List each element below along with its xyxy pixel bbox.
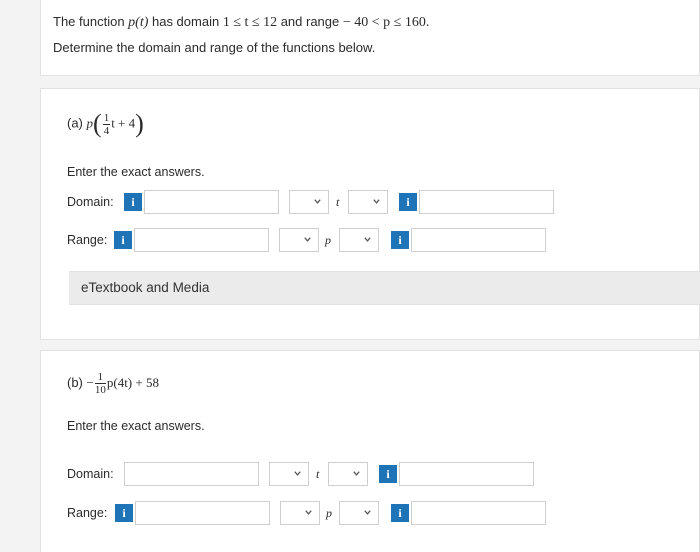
chevron-down-icon [294,471,301,476]
open-paren: ( [93,109,102,138]
problem-statement: The function p(t) has domain 1 ≤ t ≤ 12 … [40,0,700,76]
range-label: Range: [67,233,108,247]
domain-expression: 1 ≤ t ≤ 12 [222,15,278,30]
range-upper-input[interactable] [411,501,546,525]
part-b-sign: − [86,374,94,390]
range-label: Range: [67,506,108,520]
domain-label: Domain: [67,195,114,209]
problem-text-3: and range [277,14,343,29]
info-icon[interactable]: i [115,504,133,522]
info-icon[interactable]: i [124,193,142,211]
part-b-fraction: 1 10 [94,371,106,396]
fraction-numerator: 1 [102,111,111,125]
problem-text-1: The function [53,14,129,29]
info-icon[interactable]: i [391,504,409,522]
range-upper-select[interactable] [339,501,379,525]
part-a-label: (a) [67,115,83,131]
part-a-expression: (a) p(1 4 t + 4) [67,109,144,139]
domain-upper-select[interactable] [348,190,388,214]
range-lower-select[interactable] [280,501,320,525]
info-icon[interactable]: i [399,193,417,211]
domain-label: Domain: [67,467,114,481]
etextbook-media-link[interactable]: eTextbook and Media [69,271,700,305]
part-b-label: (b) [67,374,83,390]
part-b-card: (b) −1 10 p(4t) + 58 Enter the exact answe… [40,350,700,552]
fraction-denominator: 4 [103,124,110,137]
chevron-down-icon [304,237,311,242]
chevron-down-icon [364,237,371,242]
domain-variable: t [336,195,340,209]
info-icon[interactable]: i [391,231,409,249]
range-variable: p [325,233,331,247]
domain-lower-input[interactable] [144,190,279,214]
chevron-down-icon [353,471,360,476]
chevron-down-icon [373,199,380,204]
part-a-expr-tail: t + 4 [111,115,136,131]
problem-text: The function p(t) has domain 1 ≤ t ≤ 12 … [53,14,429,31]
domain-upper-input[interactable] [419,190,554,214]
part-a-fraction: 14 [102,111,111,137]
domain-variable: t [316,467,320,481]
instruction-text: Determine the domain and range of the fu… [53,40,376,55]
range-variable: p [326,506,332,520]
fraction-numerator: 1 [94,371,106,384]
domain-lower-input[interactable] [124,462,259,486]
enter-exact-text: Enter the exact answers. [67,165,205,179]
part-a-card: (a) p(1 4 t + 4) Enter the exact answers. … [40,88,700,340]
range-expression: − 40 < p ≤ 160. [342,15,430,30]
enter-exact-text: Enter the exact answers. [67,419,205,433]
info-icon[interactable]: i [114,231,132,249]
domain-upper-input[interactable] [399,462,534,486]
domain-lower-select[interactable] [289,190,329,214]
range-lower-input[interactable] [135,501,270,525]
range-lower-select[interactable] [279,228,319,252]
chevron-down-icon [314,199,321,204]
function-name: p(t) [128,15,149,30]
domain-upper-select[interactable] [328,462,368,486]
range-upper-select[interactable] [339,228,379,252]
chevron-down-icon [364,510,371,515]
info-icon[interactable]: i [379,465,397,483]
part-b-expression: (b) −1 10 p(4t) + 58 [67,371,159,396]
problem-text-2: has domain [148,14,223,29]
part-b-expr-tail: p(4t) + 58 [106,374,159,390]
close-paren: ) [135,109,144,138]
chevron-down-icon [305,510,312,515]
fraction-denominator: 10 [94,384,106,396]
etextbook-label: eTextbook and Media [81,280,210,295]
domain-lower-select[interactable] [269,462,309,486]
range-upper-input[interactable] [411,228,546,252]
range-lower-input[interactable] [134,228,269,252]
